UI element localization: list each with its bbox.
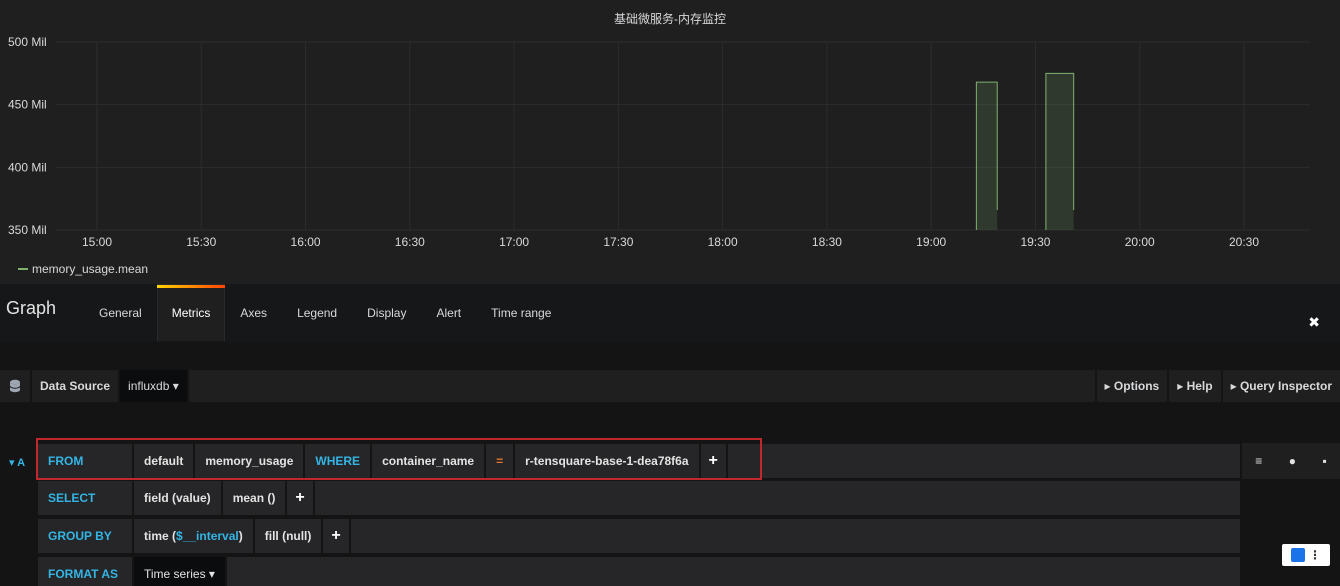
add-select-button[interactable]: + xyxy=(287,481,313,515)
y-tick-label: 500 Mil xyxy=(8,35,47,49)
where-keyword: WHERE xyxy=(305,444,371,478)
group-by-keyword: GROUP BY xyxy=(38,519,132,553)
tab-general[interactable]: General xyxy=(84,284,157,342)
x-tick-label: 18:30 xyxy=(812,235,842,249)
add-where-button[interactable]: + xyxy=(700,444,726,478)
select-row: SELECT field (value) mean () + xyxy=(38,480,1242,516)
add-group-button[interactable]: + xyxy=(323,519,349,553)
query-inspector-button[interactable]: ▸ Query Inspector xyxy=(1222,370,1340,402)
from-keyword: FROM xyxy=(38,444,132,478)
x-tick-label: 15:00 xyxy=(82,235,112,249)
datasource-row: Data Source influxdb ▾ ▸ Options ▸ Help … xyxy=(0,370,1340,402)
tab-time-range[interactable]: Time range xyxy=(476,284,566,342)
corner-widget[interactable]: ⋮ xyxy=(1282,544,1330,566)
options-button[interactable]: ▸ Options xyxy=(1096,370,1168,402)
retention-policy[interactable]: default xyxy=(134,444,194,478)
chart: 350 Mil 400 Mil 450 Mil 500 Mil 15:00 15:30 16… xyxy=(8,35,1310,249)
help-button[interactable]: ▸ Help xyxy=(1169,370,1221,402)
database-icon xyxy=(0,370,30,402)
tab-display[interactable]: Display xyxy=(352,284,421,342)
y-tick-label: 450 Mil xyxy=(8,98,47,112)
editor-title: Graph xyxy=(6,298,57,318)
format-select[interactable]: Time series ▾ xyxy=(134,557,225,586)
series-area xyxy=(1045,73,1074,230)
x-tick-label: 16:00 xyxy=(291,235,321,249)
group-time-var: $__interval xyxy=(176,529,239,543)
x-tick-label: 17:00 xyxy=(499,235,529,249)
x-tick-label: 20:00 xyxy=(1125,235,1155,249)
tab-legend[interactable]: Legend xyxy=(282,284,352,342)
series-area xyxy=(976,82,998,231)
group-row-filler xyxy=(350,519,1240,553)
select-keyword: SELECT xyxy=(38,481,132,515)
graph-panel: 基础微服务-内存监控 350 Mil 400 Mil 450 Mil 500 Mil 1… xyxy=(0,0,1340,284)
query-actions: ≡ ● ▪ xyxy=(1242,443,1340,479)
field-select[interactable]: field (value) xyxy=(134,481,221,515)
legend-label[interactable]: memory_usage.mean xyxy=(32,262,148,276)
trash-icon[interactable]: ▪ xyxy=(1322,454,1326,468)
format-row-filler xyxy=(226,557,1240,586)
legend-swatch xyxy=(18,268,28,270)
menu-icon[interactable]: ≡ xyxy=(1255,454,1262,468)
x-tick-label: 19:00 xyxy=(916,235,946,249)
tag-key[interactable]: container_name xyxy=(372,444,485,478)
datasource-spacer xyxy=(188,370,1095,402)
editor-tabs: General Metrics Axes Legend Display Aler… xyxy=(84,284,566,342)
profile-icon xyxy=(1291,548,1305,562)
close-icon[interactable]: ✖ xyxy=(1308,314,1320,331)
group-time-suffix: ) xyxy=(238,529,243,543)
datasource-select[interactable]: influxdb ▾ xyxy=(120,370,187,402)
format-keyword: FORMAT AS xyxy=(38,557,132,586)
x-tick-label: 18:00 xyxy=(708,235,738,249)
measurement-select[interactable]: memory_usage xyxy=(195,444,304,478)
from-row: FROM default memory_usage WHERE containe… xyxy=(38,443,1242,479)
tab-alert[interactable]: Alert xyxy=(421,284,476,342)
x-tick-label: 17:30 xyxy=(603,235,633,249)
y-tick-label: 350 Mil xyxy=(8,223,47,237)
more-icon: ⋮ xyxy=(1309,548,1321,562)
tag-operator[interactable]: = xyxy=(486,444,514,478)
from-row-filler xyxy=(727,444,1240,478)
x-tick-label: 16:30 xyxy=(395,235,425,249)
group-by-row: GROUP BY time ($__interval) fill (null) … xyxy=(38,518,1242,554)
group-time-prefix: time ( xyxy=(144,529,177,543)
aggregation-select[interactable]: mean () xyxy=(222,481,286,515)
query-ref-toggle[interactable]: ▾ A xyxy=(0,444,34,480)
x-tick-label: 20:30 xyxy=(1229,235,1259,249)
eye-icon[interactable]: ● xyxy=(1289,454,1296,468)
format-row: FORMAT AS Time series ▾ xyxy=(38,556,1242,586)
datasource-label: Data Source xyxy=(32,370,119,402)
tab-axes[interactable]: Axes xyxy=(225,284,282,342)
x-tick-label: 15:30 xyxy=(186,235,216,249)
y-tick-label: 400 Mil xyxy=(8,160,47,174)
tab-metrics[interactable]: Metrics xyxy=(156,284,226,342)
editor-header: Graph General Metrics Axes Legend Displa… xyxy=(0,284,1340,342)
group-time[interactable]: time ($__interval) xyxy=(134,519,253,553)
group-fill[interactable]: fill (null) xyxy=(254,519,322,553)
select-row-filler xyxy=(314,481,1240,515)
metrics-body: Data Source influxdb ▾ ▸ Options ▸ Help … xyxy=(0,342,1340,586)
tag-value[interactable]: r-tensquare-base-1-dea78f6a xyxy=(515,444,699,478)
legend: memory_usage.mean xyxy=(18,262,148,276)
x-tick-label: 19:30 xyxy=(1020,235,1050,249)
